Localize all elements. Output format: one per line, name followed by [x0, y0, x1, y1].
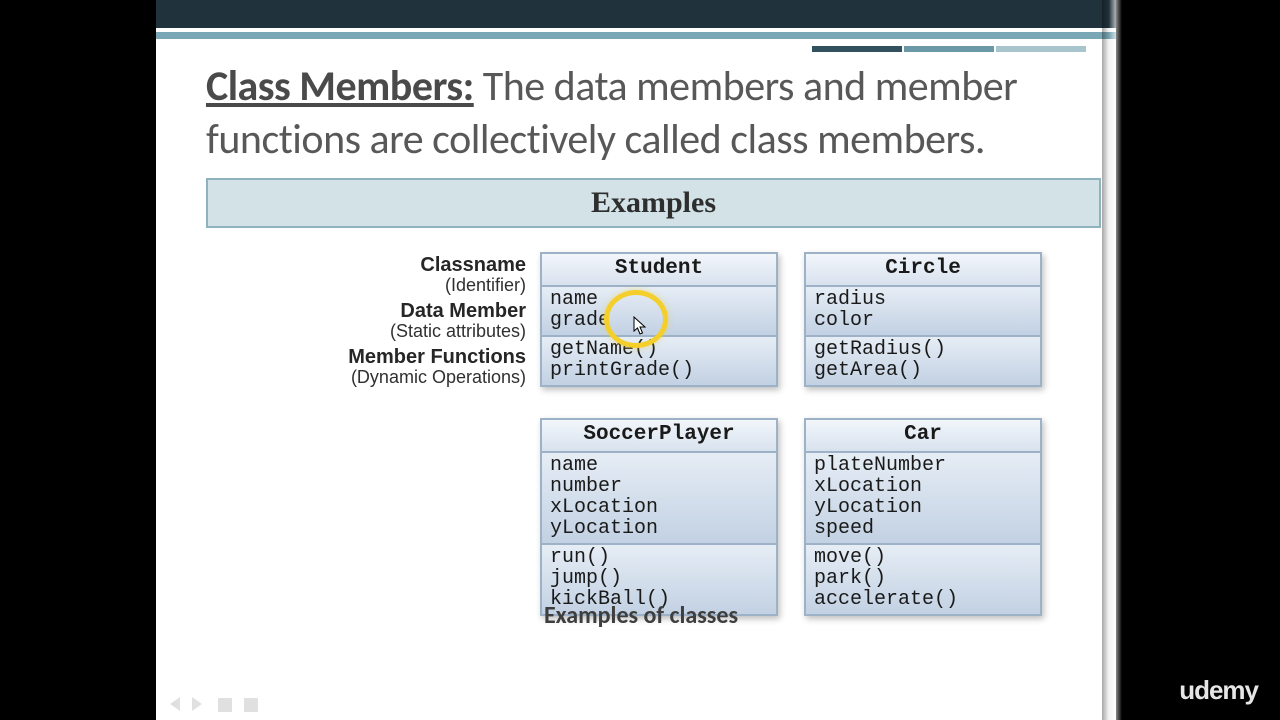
- label-memberfns-sub: (Dynamic Operations): [206, 368, 526, 388]
- uml-soccer-name: SoccerPlayer: [542, 420, 776, 453]
- slide-title: Class Members: The data members and memb…: [206, 61, 1076, 166]
- uml-car-name: Car: [806, 420, 1040, 453]
- label-classname-sub: (Identifier): [206, 276, 526, 296]
- thin-line: [156, 32, 1116, 39]
- content-area: Class Members: The data members and memb…: [156, 39, 1116, 632]
- label-classname: Classname: [206, 254, 526, 276]
- uml-circle-name: Circle: [806, 254, 1040, 287]
- diagram-area: Classname (Identifier) Data Member (Stat…: [206, 252, 1076, 632]
- accent-bar-light: [996, 46, 1086, 52]
- accent-bar-dark: [812, 46, 902, 52]
- label-datamember: Data Member: [206, 300, 526, 322]
- uml-soccer-data: name number xLocation yLocation: [542, 453, 776, 545]
- uml-student-name: Student: [542, 254, 776, 287]
- uml-row-2: SoccerPlayer name number xLocation yLoca…: [540, 418, 1042, 616]
- udemy-logo: udemy: [1179, 675, 1258, 706]
- uml-student: Student name grade getName() printGrade(…: [540, 252, 778, 387]
- label-memberfns: Member Functions: [206, 346, 526, 368]
- uml-car-data: plateNumber xLocation yLocation speed: [806, 453, 1040, 545]
- uml-circle-fns: getRadius() getArea(): [806, 337, 1040, 385]
- nav-next-icon[interactable]: [192, 697, 206, 711]
- uml-row-1: Student name grade getName() printGrade(…: [540, 252, 1042, 387]
- nav-prev-icon[interactable]: [166, 697, 180, 711]
- row-labels: Classname (Identifier) Data Member (Stat…: [206, 254, 526, 391]
- uml-soccer: SoccerPlayer name number xLocation yLoca…: [540, 418, 778, 616]
- uml-circle: Circle radius color getRadius() getArea(…: [804, 252, 1042, 387]
- uml-circle-data: radius color: [806, 287, 1040, 337]
- slide-nav: [166, 697, 258, 712]
- title-strong: Class Members:: [206, 61, 474, 112]
- slide: Class Members: The data members and memb…: [156, 0, 1116, 720]
- diagram-caption: Examples of classes: [206, 601, 1076, 630]
- accent-bars: [812, 46, 1086, 52]
- uml-student-fns: getName() printGrade(): [542, 337, 776, 385]
- accent-bar-mid: [904, 46, 994, 52]
- nav-grid-icon[interactable]: [244, 698, 258, 712]
- label-datamember-sub: (Static attributes): [206, 322, 526, 342]
- uml-student-data: name grade: [542, 287, 776, 337]
- nav-menu-icon[interactable]: [218, 698, 232, 712]
- examples-header: Examples: [206, 178, 1101, 228]
- uml-car: Car plateNumber xLocation yLocation spee…: [804, 418, 1042, 616]
- top-band: [156, 0, 1116, 28]
